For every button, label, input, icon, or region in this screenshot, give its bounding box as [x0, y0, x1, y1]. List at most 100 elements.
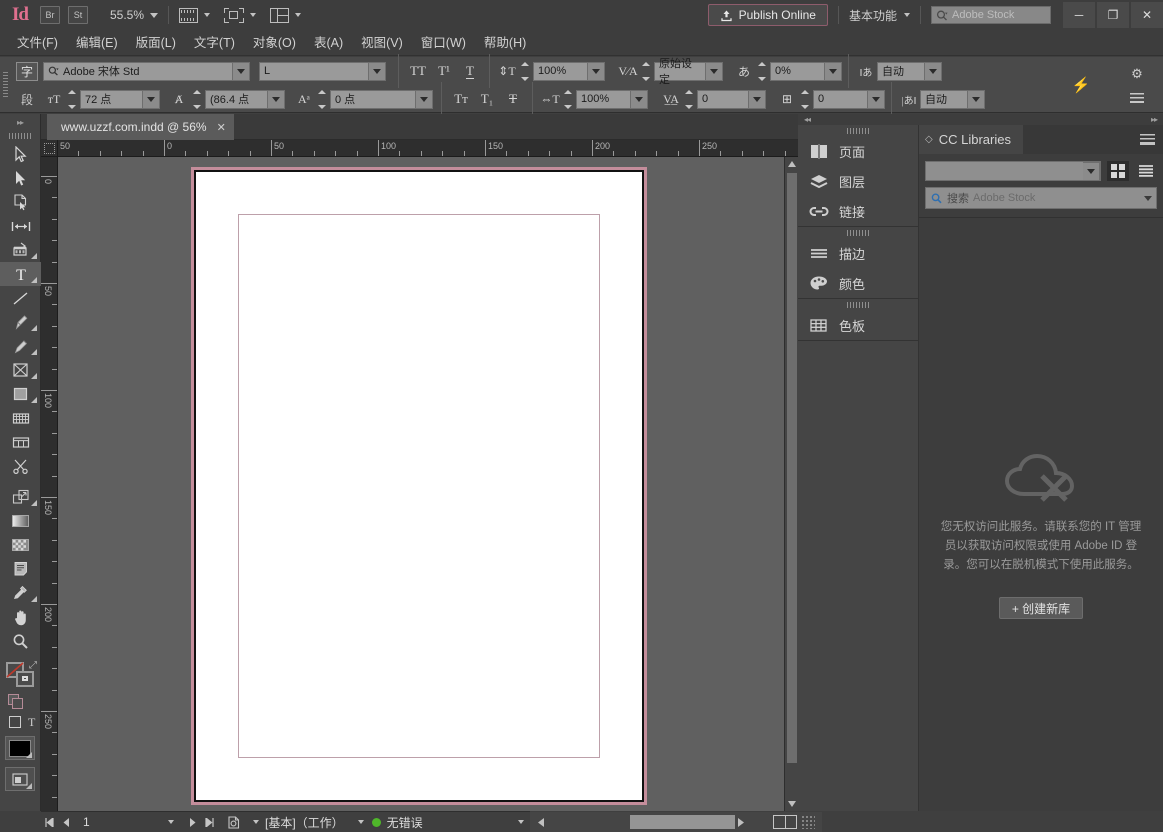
menu-table[interactable]: 表(A): [305, 30, 352, 56]
panel-item-layers[interactable]: 图层: [798, 166, 918, 196]
ruler-origin[interactable]: [41, 140, 58, 157]
font-size-input[interactable]: 72 点: [80, 90, 143, 109]
panel-item-pages[interactable]: 页面: [798, 136, 918, 166]
line-tool[interactable]: [0, 286, 41, 310]
menu-window[interactable]: 窗口(W): [412, 30, 475, 56]
master-page-selector[interactable]: [基本]（工作）: [265, 814, 344, 831]
publish-online-button[interactable]: Publish Online: [708, 4, 828, 26]
leading-input[interactable]: (86.4 点: [205, 90, 268, 109]
pen-tool[interactable]: [0, 310, 41, 334]
chevron-down-icon[interactable]: [1083, 162, 1100, 181]
panel-item-stroke[interactable]: 描边: [798, 238, 918, 268]
eyedropper-tool[interactable]: [0, 581, 41, 605]
workspace-switcher[interactable]: 基本功能: [849, 7, 910, 24]
free-transform-tool[interactable]: [0, 406, 41, 430]
language-input-2[interactable]: 自动: [920, 90, 968, 109]
tracking-stepper[interactable]: [639, 62, 652, 81]
collapse-left-icon[interactable]: ◂◂: [804, 115, 810, 124]
zoom-tool[interactable]: [0, 629, 41, 653]
stroke-swatch[interactable]: [16, 671, 34, 687]
baseline-shift-dropdown[interactable]: [749, 90, 766, 109]
language-input-1[interactable]: 自动: [877, 62, 925, 81]
menu-layout[interactable]: 版面(L): [127, 30, 185, 56]
error-status-dropdown[interactable]: [510, 820, 526, 824]
document-page[interactable]: [194, 170, 644, 802]
leading-dropdown[interactable]: [268, 90, 285, 109]
direct-selection-tool[interactable]: [0, 166, 41, 190]
selection-tool[interactable]: [0, 142, 41, 166]
panel-item-links[interactable]: 链接: [798, 196, 918, 226]
scroll-left-button[interactable]: [530, 812, 552, 832]
character-formatting-button[interactable]: 字: [16, 62, 38, 81]
baseline-shift-input[interactable]: 0: [697, 90, 749, 109]
preflight-dropdown[interactable]: [245, 820, 261, 824]
menu-file[interactable]: 文件(F): [8, 30, 67, 56]
vertical-scale-stepper[interactable]: [518, 62, 531, 81]
menu-help[interactable]: 帮助(H): [475, 30, 535, 56]
arrange-documents-button[interactable]: [270, 8, 301, 23]
tab-cc-libraries[interactable]: ◇ CC Libraries: [919, 125, 1023, 154]
kerning-input[interactable]: 0 点: [330, 90, 416, 109]
kerning-stepper[interactable]: [315, 90, 328, 109]
superscript-icon[interactable]: T¹: [431, 63, 457, 79]
preflight-status[interactable]: 无错误: [372, 814, 423, 831]
grid-view-button[interactable]: [1107, 161, 1129, 181]
formatting-target-group[interactable]: T: [0, 712, 40, 732]
scale-tool[interactable]: [0, 485, 41, 509]
panel-menu-icon[interactable]: [1140, 134, 1155, 145]
chevron-down-icon[interactable]: [1139, 188, 1156, 208]
strikethrough-icon[interactable]: T: [500, 91, 526, 107]
maximize-button[interactable]: ❐: [1097, 2, 1129, 28]
horizontal-scrollbar[interactable]: [530, 812, 770, 832]
panel-item-swatches[interactable]: 色板: [798, 310, 918, 340]
gear-icon[interactable]: ⚙: [1131, 66, 1143, 82]
close-icon[interactable]: ✕: [217, 121, 226, 134]
char-rotation-stepper[interactable]: [798, 90, 811, 109]
last-page-button[interactable]: [201, 812, 218, 832]
font-size-stepper[interactable]: [65, 90, 78, 109]
close-button[interactable]: ✕: [1131, 2, 1163, 28]
prev-page-button[interactable]: [58, 812, 75, 832]
tools-gripper[interactable]: [0, 130, 40, 142]
first-page-button[interactable]: [41, 812, 58, 832]
scroll-down-button[interactable]: [785, 797, 799, 811]
library-select[interactable]: [925, 161, 1101, 181]
scissors-tool[interactable]: [0, 454, 41, 478]
menu-type[interactable]: 文字(T): [185, 30, 244, 56]
pencil-tool[interactable]: [0, 334, 41, 358]
note-tool[interactable]: [0, 557, 41, 581]
adobe-stock-search[interactable]: Adobe Stock: [931, 6, 1051, 24]
menu-object[interactable]: 对象(O): [244, 30, 305, 56]
page-number-input[interactable]: 1: [75, 814, 160, 831]
leading-stepper[interactable]: [190, 90, 203, 109]
tracking-input[interactable]: 原始设定: [654, 62, 706, 81]
document-canvas[interactable]: [58, 157, 784, 811]
preflight-button[interactable]: [223, 812, 245, 832]
vertical-ruler[interactable]: 050100150200250: [41, 157, 58, 811]
panel-group-gripper[interactable]: [798, 227, 918, 238]
vertical-scale-input[interactable]: 100%: [533, 62, 588, 81]
skew-dropdown[interactable]: [825, 62, 842, 81]
fill-stroke-controls[interactable]: ⤢: [0, 660, 40, 694]
gradient-feather-tool[interactable]: [0, 533, 41, 557]
hand-tool[interactable]: [0, 605, 41, 629]
small-caps-icon[interactable]: Tᴛ: [448, 91, 474, 107]
vertical-scroll-thumb[interactable]: [787, 173, 797, 763]
resize-grip-icon[interactable]: [801, 815, 815, 829]
kerning-dropdown[interactable]: [416, 90, 433, 109]
char-rotation-dropdown[interactable]: [868, 90, 885, 109]
scroll-up-button[interactable]: [785, 157, 799, 171]
font-size-dropdown[interactable]: [143, 90, 160, 109]
master-page-dropdown[interactable]: [350, 820, 366, 824]
default-colors-group[interactable]: [0, 694, 40, 712]
vertical-scrollbar[interactable]: [784, 157, 798, 811]
minimize-button[interactable]: ─: [1063, 2, 1095, 28]
screen-mode-button[interactable]: [179, 8, 210, 23]
format-frame-icon[interactable]: [9, 716, 21, 728]
apply-none-icon[interactable]: [12, 698, 23, 709]
swap-fill-stroke-icon[interactable]: ⤢: [29, 660, 37, 671]
next-page-button[interactable]: [184, 812, 201, 832]
horizontal-scale-dropdown[interactable]: [631, 90, 648, 109]
horizontal-scale-input[interactable]: 100%: [576, 90, 631, 109]
font-family-input[interactable]: Adobe 宋体 Std: [43, 62, 233, 81]
